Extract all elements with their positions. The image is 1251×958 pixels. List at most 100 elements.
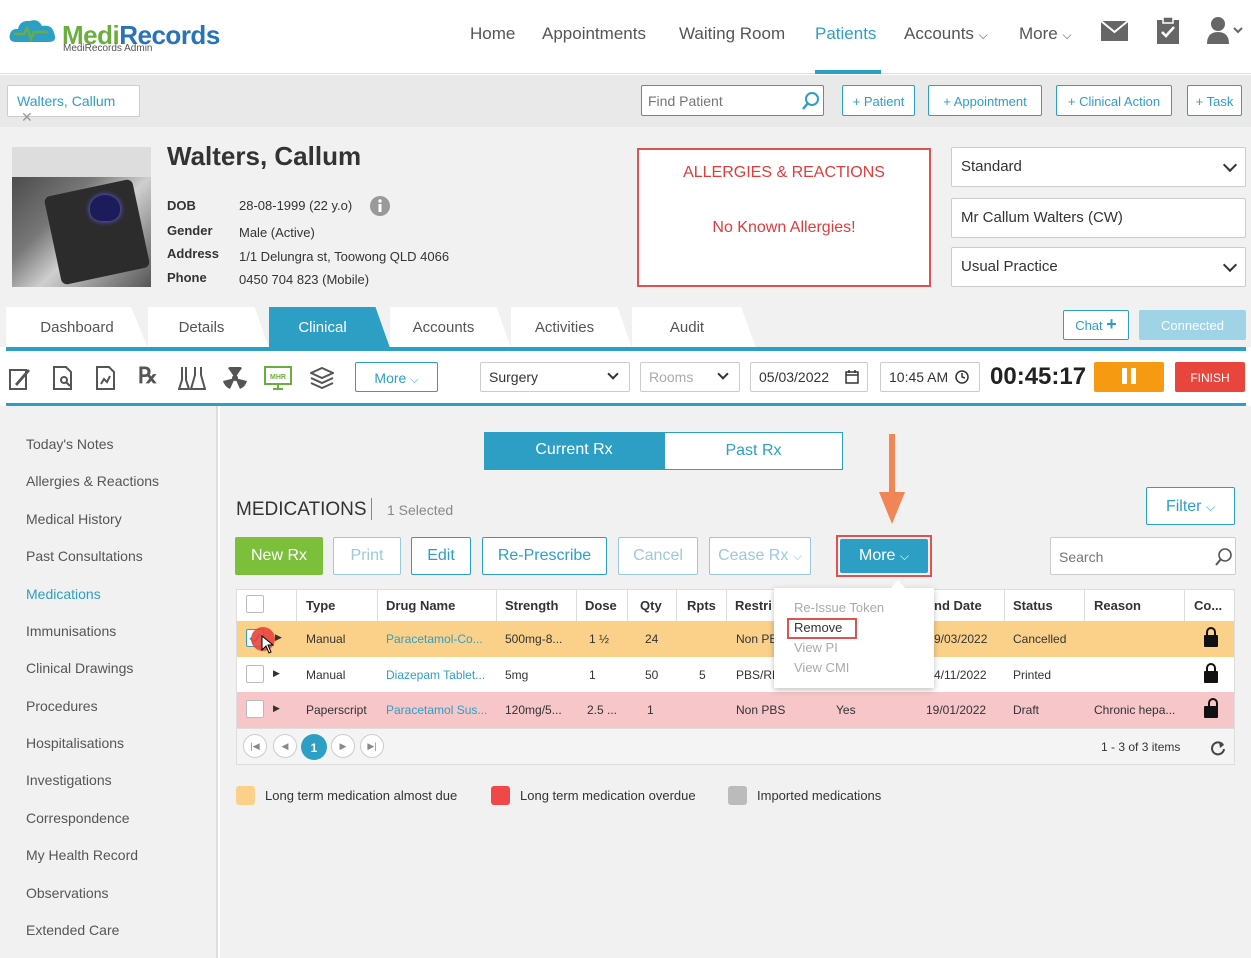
practice-select[interactable]: Usual Practice [951, 247, 1246, 287]
sidebar-item-allergies[interactable]: Allergies & Reactions [26, 473, 159, 489]
info-icon[interactable] [370, 196, 390, 216]
nav-patients[interactable]: Patients [815, 24, 876, 44]
billing-select[interactable]: Standard [951, 147, 1246, 187]
patient-display-field[interactable]: Mr Callum Walters (CW) [951, 198, 1246, 238]
nav-more[interactable]: More ⌵ [1019, 24, 1072, 44]
location-select[interactable]: Surgery [480, 362, 630, 392]
expand-icon[interactable]: ▶ [273, 668, 280, 679]
sidebar-item-correspondence[interactable]: Correspondence [26, 810, 130, 826]
sidebar-item-todays-notes[interactable]: Today's Notes [26, 436, 114, 452]
lock-icon[interactable] [1204, 698, 1218, 718]
cancel-button[interactable]: Cancel [618, 537, 698, 575]
prescription-icon[interactable]: ℞ [138, 363, 158, 389]
sidebar-item-past-consultations[interactable]: Past Consultations [26, 548, 143, 564]
mail-icon[interactable] [1101, 21, 1128, 41]
col-reason[interactable]: Reason [1094, 598, 1141, 613]
connected-status-button[interactable]: Connected [1139, 310, 1246, 340]
col-status[interactable]: Status [1013, 598, 1053, 613]
next-page-button[interactable]: ▶ [331, 734, 355, 758]
sidebar-item-investigations[interactable]: Investigations [26, 772, 112, 788]
nav-appointments[interactable]: Appointments [542, 24, 646, 44]
filter-button[interactable]: Filter ⌵ [1146, 487, 1235, 525]
chat-button[interactable]: Chat + [1063, 310, 1129, 340]
sidebar-item-my-health-record[interactable]: My Health Record [26, 847, 138, 863]
table-row[interactable]: ▶ Paperscript Paracetamol Sus... 120mg/5… [237, 692, 1234, 728]
tab-clinical[interactable]: Clinical [269, 307, 390, 348]
print-button[interactable]: Print [333, 537, 401, 575]
tab-dashboard[interactable]: Dashboard [6, 307, 148, 348]
add-task-button[interactable]: + Task [1187, 85, 1242, 116]
sidebar-item-immunisations[interactable]: Immunisations [26, 623, 116, 639]
find-patient-input[interactable] [648, 91, 798, 111]
nav-home[interactable]: Home [470, 24, 515, 44]
tab-accounts[interactable]: Accounts [390, 307, 511, 348]
date-picker[interactable]: 05/03/2022 [750, 362, 868, 392]
mhr-monitor-icon[interactable]: MHR [264, 366, 292, 390]
tab-audit[interactable]: Audit [632, 307, 756, 348]
nav-waiting-room[interactable]: Waiting Room [679, 24, 785, 44]
re-prescribe-button[interactable]: Re-Prescribe [482, 537, 607, 575]
user-menu-icon[interactable] [1207, 16, 1245, 44]
col-drug-name[interactable]: Drug Name [386, 598, 455, 613]
row-checkbox[interactable] [246, 700, 264, 718]
cease-rx-button[interactable]: Cease Rx ⌵ [709, 537, 811, 575]
sidebar-item-medications[interactable]: Medications [26, 586, 101, 602]
menu-item-view-pi[interactable]: View PI [794, 640, 838, 655]
document-search-icon[interactable] [53, 366, 73, 390]
tab-activities[interactable]: Activities [511, 307, 632, 348]
current-rx-toggle[interactable]: Current Rx [484, 432, 664, 470]
rooms-select[interactable]: Rooms [640, 362, 740, 392]
col-controlled[interactable]: Co... [1194, 598, 1222, 613]
close-icon[interactable]: ✕ [21, 109, 33, 125]
prev-page-button[interactable]: ◀ [273, 734, 297, 758]
sidebar-item-observations[interactable]: Observations [26, 885, 108, 901]
col-restriction[interactable]: Restri [735, 598, 772, 613]
menu-item-view-cmi[interactable]: View CMI [794, 660, 849, 675]
current-page-button[interactable]: 1 [301, 734, 327, 760]
calendar-icon[interactable] [845, 370, 859, 384]
radiation-icon[interactable] [223, 367, 247, 389]
notes-edit-icon[interactable] [9, 366, 31, 390]
nav-accounts[interactable]: Accounts ⌵ [904, 24, 988, 44]
lock-icon[interactable] [1204, 627, 1218, 647]
more-actions-button[interactable]: More ⌵ [840, 539, 928, 573]
menu-item-reissue-token[interactable]: Re-Issue Token [794, 600, 884, 615]
allergies-panel[interactable]: ALLERGIES & REACTIONS No Known Allergies… [637, 148, 931, 287]
col-qty[interactable]: Qty [640, 598, 662, 613]
col-end-date[interactable]: nd Date [934, 598, 982, 613]
past-rx-toggle[interactable]: Past Rx [664, 432, 843, 470]
tab-details[interactable]: Details [148, 307, 269, 348]
sidebar-item-hospitalisations[interactable]: Hospitalisations [26, 735, 124, 751]
first-page-button[interactable]: |◀ [243, 734, 267, 758]
toolbar-more-button[interactable]: More ⌵ [355, 362, 438, 392]
edit-button[interactable]: Edit [411, 537, 471, 575]
layers-icon[interactable] [310, 366, 334, 390]
menu-item-remove[interactable]: Remove [794, 620, 842, 635]
sidebar-item-extended-care[interactable]: Extended Care [26, 922, 119, 938]
add-appointment-button[interactable]: + Appointment [928, 85, 1042, 116]
patient-photo[interactable] [12, 147, 151, 287]
table-row[interactable]: ▶ Manual Diazepam Tablet... 5mg 1 50 5 P… [237, 657, 1234, 693]
expand-icon[interactable]: ▶ [275, 632, 282, 643]
refresh-icon[interactable] [1210, 740, 1226, 756]
open-patient-tab[interactable]: Walters, Callum ✕ [7, 85, 140, 125]
finish-button[interactable]: FINISH [1175, 362, 1245, 392]
add-clinical-action-button[interactable]: + Clinical Action [1056, 85, 1172, 116]
add-patient-button[interactable]: + Patient [842, 85, 915, 116]
sidebar-item-clinical-drawings[interactable]: Clinical Drawings [26, 660, 133, 676]
medication-search-input[interactable] [1059, 547, 1209, 567]
col-repeats[interactable]: Rpts [687, 598, 716, 613]
pause-button[interactable] [1094, 362, 1164, 392]
clock-icon[interactable] [955, 370, 969, 384]
select-all-checkbox[interactable] [246, 595, 264, 613]
col-type[interactable]: Type [306, 598, 335, 613]
report-icon[interactable] [96, 366, 116, 390]
col-strength[interactable]: Strength [505, 598, 558, 613]
search-icon[interactable] [802, 92, 820, 110]
sidebar-item-medical-history[interactable]: Medical History [26, 511, 122, 527]
expand-icon[interactable]: ▶ [273, 703, 280, 714]
clipboard-check-icon[interactable] [1156, 16, 1180, 44]
time-picker[interactable]: 10:45 AM [880, 362, 980, 392]
last-page-button[interactable]: ▶| [360, 734, 384, 758]
lab-flask-icon[interactable] [178, 366, 206, 390]
